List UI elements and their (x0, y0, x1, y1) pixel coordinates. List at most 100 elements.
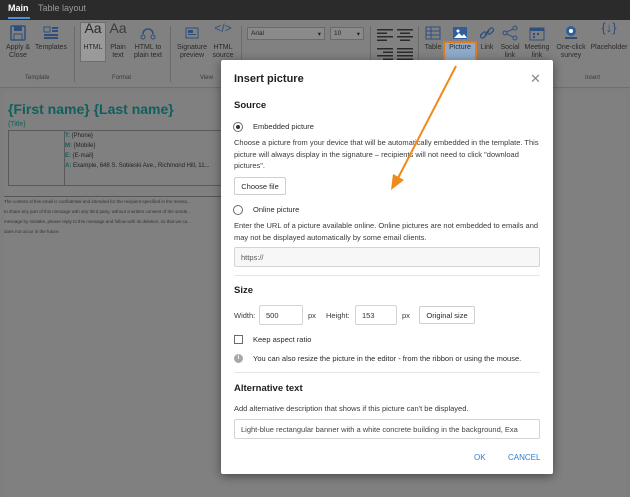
embedded-picture-description: Choose a picture from your device that w… (234, 138, 539, 170)
html-source-button[interactable]: </> HTML source (210, 22, 236, 60)
group-label-format: Format (112, 75, 132, 81)
chevron-down-icon: ▾ (356, 31, 360, 38)
preview-icon (185, 27, 199, 39)
contact-value: {Mobile} (73, 143, 96, 149)
font-size-value: 10 (334, 30, 342, 37)
table-label: Table (424, 44, 442, 51)
online-picture-radio[interactable] (233, 205, 243, 215)
size-heading: Size (234, 285, 254, 296)
table-button[interactable]: Table (422, 24, 444, 52)
save-icon (10, 25, 26, 41)
templates-icon (43, 26, 58, 39)
signature-preview-label: Signature preview (177, 44, 207, 59)
group-label-template: Template (25, 75, 50, 81)
dialog-title: Insert picture (234, 73, 304, 85)
source-heading: Source (234, 100, 267, 111)
link-button[interactable]: Link (477, 24, 497, 52)
resize-hint: You can also resize the picture in the e… (253, 354, 522, 363)
choose-file-button[interactable]: Choose file (234, 177, 286, 195)
group-label-insert: Insert (585, 75, 601, 81)
section-divider (234, 372, 540, 373)
contact-key: A: (65, 163, 72, 169)
html-button[interactable]: Aa HTML (80, 20, 106, 52)
group-label-view: View (200, 75, 213, 81)
online-picture-label: Online picture (253, 205, 300, 214)
font-family-select[interactable]: Arial ▾ (247, 27, 325, 40)
active-tab-indicator (8, 17, 30, 19)
picture-button[interactable]: Picture (445, 24, 475, 52)
signature-disclaimer: The content of this email is confidentia… (4, 196, 234, 237)
templates-button[interactable]: Templates (34, 24, 68, 52)
insert-picture-dialog: Insert picture ✕ Source Embedded picture… (221, 60, 553, 474)
signature-contact-table: T: {Phone} M: {Mobile} E: {E-mail} A: Ex… (8, 130, 244, 186)
link-icon (479, 27, 495, 39)
embedded-picture-label: Embedded picture (253, 122, 314, 131)
disclaimer-line: The content of this email is confidentia… (4, 199, 191, 204)
braces-icon: {↓} (601, 20, 617, 35)
templates-label: Templates (35, 44, 67, 51)
picture-url-input[interactable]: https:// (234, 247, 540, 267)
width-unit: px (308, 311, 316, 320)
width-input[interactable]: 500 (259, 305, 303, 325)
contact-key: T: (65, 133, 70, 139)
signature-preview-button[interactable]: Signature preview (175, 24, 209, 60)
convert-icon (140, 28, 156, 40)
link-label: Link (480, 44, 494, 51)
contact-value: {E-mail} (72, 153, 94, 159)
keep-aspect-ratio-label: Keep aspect ratio (253, 335, 312, 344)
table-icon (425, 26, 441, 40)
height-unit: px (402, 311, 410, 320)
alt-text-description: Add alternative description that shows i… (234, 404, 469, 413)
align-left-icon[interactable] (377, 29, 393, 41)
social-link-button[interactable]: Social link (498, 24, 522, 60)
plain-text-label: Plain text (110, 44, 126, 59)
one-click-survey-label: One-click survey (556, 44, 586, 59)
ribbon-separator (74, 26, 75, 82)
tab-main[interactable]: Main (8, 3, 29, 13)
chevron-down-icon: ▾ (317, 31, 321, 38)
placeholder-button[interactable]: {↓} Placeholder (590, 20, 628, 52)
align-center-icon[interactable] (397, 29, 413, 41)
alt-text-input[interactable]: Light-blue rectangular banner with a whi… (234, 419, 540, 439)
ribbon-tab-bar: Main Table layout (0, 0, 630, 20)
plain-text-button[interactable]: Aa Plain text (107, 20, 129, 60)
apply-close-button[interactable]: Apply & Close (4, 24, 32, 60)
signature-title: {Title} (8, 121, 26, 128)
html-to-plain-label: HTML to plain text (133, 44, 163, 59)
ok-button[interactable]: OK (474, 453, 486, 462)
social-link-label: Social link (500, 44, 520, 59)
font-size-select[interactable]: 10 ▾ (330, 27, 364, 40)
height-label: Height: (326, 311, 350, 320)
aa-plain-icon: Aa (109, 20, 127, 36)
original-size-button[interactable]: Original size (419, 306, 475, 324)
html-label: HTML (83, 44, 103, 51)
one-click-survey-button[interactable]: One-click survey (554, 24, 588, 60)
contact-row-mobile: M: {Mobile} (65, 143, 95, 149)
cancel-button[interactable]: CANCEL (508, 453, 540, 462)
picture-label: Picture (449, 44, 471, 51)
section-divider (234, 275, 540, 276)
html-source-label: HTML source (212, 44, 234, 59)
align-justify-icon[interactable] (397, 48, 413, 60)
share-icon (502, 25, 518, 41)
signature-name: {First name} {Last name} (8, 101, 174, 117)
picture-icon (453, 27, 467, 39)
height-input[interactable]: 153 (355, 305, 397, 325)
tab-table-layout[interactable]: Table layout (38, 3, 86, 13)
contact-key: M: (65, 143, 72, 149)
online-picture-description: Enter the URL of a picture available onl… (234, 221, 539, 242)
aa-icon: Aa (84, 20, 102, 36)
close-icon[interactable]: ✕ (530, 71, 541, 87)
html-to-plain-button[interactable]: HTML to plain text (131, 24, 165, 60)
embedded-picture-radio[interactable] (233, 122, 243, 132)
ribbon-separator (170, 26, 171, 82)
font-family-value: Arial (251, 30, 265, 37)
keep-aspect-ratio-checkbox[interactable] (234, 335, 243, 344)
contact-row-address: A: Example, 648 S. Sobieski Ave., Richmo… (65, 163, 210, 169)
placeholder-label: Placeholder (590, 44, 628, 51)
contact-row-email: E: {E-mail} (65, 153, 94, 159)
calendar-icon (529, 27, 545, 41)
meeting-link-button[interactable]: Meeting link (523, 24, 551, 60)
meeting-link-label: Meeting link (524, 44, 550, 59)
align-right-icon[interactable] (377, 48, 393, 60)
